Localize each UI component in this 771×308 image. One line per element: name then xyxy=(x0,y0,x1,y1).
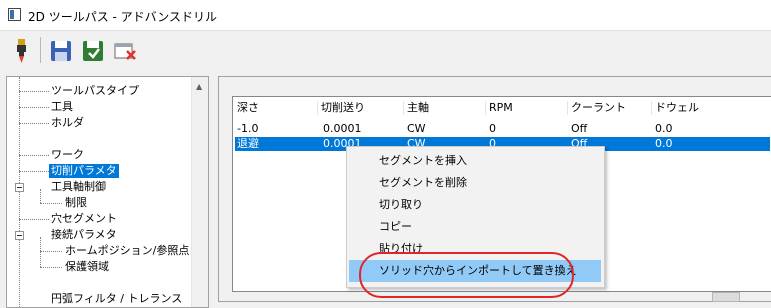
menu-item-import-replace-from-solid-holes[interactable]: ソリッド穴からインポートして置き換え xyxy=(349,260,601,282)
column-separator xyxy=(651,101,652,115)
tree-line xyxy=(40,267,62,268)
cell-spindle: CW xyxy=(407,122,426,135)
menu-item-insert-segment[interactable]: セグメントを挿入 xyxy=(347,150,604,172)
menu-item-copy[interactable]: コピー xyxy=(347,216,604,238)
title-bar: 2D ツールパス - アドバンスドリル xyxy=(0,0,771,31)
scroll-up-icon[interactable]: ▲ xyxy=(196,82,202,91)
window-title: 2D ツールパス - アドバンスドリル xyxy=(28,10,218,24)
menu-item-label: ソリッド穴からインポートして置き換え xyxy=(379,264,577,277)
panel-scroll-handle[interactable] xyxy=(712,292,740,302)
settings-tree[interactable]: ツールパスタイプ 工具 ホルダ ワーク 切削パラメタ 工具軸制御 制限 穴セグメ… xyxy=(6,76,209,308)
column-header-depth[interactable]: 深さ xyxy=(237,99,259,117)
menu-item-label: セグメントを削除 xyxy=(379,176,467,189)
column-header-rpm[interactable]: RPM xyxy=(489,99,513,117)
context-menu: セグメントを挿入 セグメントを削除 切り取り コピー 貼り付け ソリッド穴からイ… xyxy=(346,146,605,288)
tree-item-limits[interactable]: 制限 xyxy=(65,196,87,210)
menu-item-label: 貼り付け xyxy=(379,242,423,255)
delete-window-icon[interactable] xyxy=(112,37,138,65)
cell-feed: 0.0001 xyxy=(323,122,362,135)
column-header-coolant[interactable]: クーラント xyxy=(571,99,626,117)
tree-item-tool-axis-control[interactable]: 工具軸制御 xyxy=(51,180,106,194)
tree-item-tool[interactable]: 工具 xyxy=(51,100,73,114)
cell-rpm: 0 xyxy=(489,122,496,135)
toolbar-separator xyxy=(40,37,41,63)
tree-scrollbar[interactable]: ▲ xyxy=(191,77,208,307)
tree-item-cut-parameters[interactable]: 切削パラメタ xyxy=(49,164,119,178)
tree-item-toolpath-type[interactable]: ツールパスタイプ xyxy=(51,84,139,98)
collapse-icon[interactable] xyxy=(15,183,24,192)
column-header-spindle[interactable]: 主軸 xyxy=(407,99,429,117)
menu-item-label: セグメントを挿入 xyxy=(379,154,467,167)
column-separator xyxy=(403,101,404,115)
app-icon xyxy=(8,8,21,21)
tree-line xyxy=(19,91,49,92)
menu-item-label: コピー xyxy=(379,220,412,233)
drill-icon[interactable] xyxy=(8,37,34,65)
cell-dwell: 0.0 xyxy=(655,122,673,135)
column-separator xyxy=(485,101,486,115)
tree-line xyxy=(40,237,41,267)
save-export-icon[interactable] xyxy=(80,37,106,65)
tree-line xyxy=(19,219,49,220)
tree-line xyxy=(40,251,62,252)
column-header-dwell[interactable]: ドウェル xyxy=(655,99,699,117)
column-separator xyxy=(567,101,568,115)
menu-item-label: 切り取り xyxy=(379,198,423,211)
save-icon[interactable] xyxy=(48,37,74,65)
collapse-icon[interactable] xyxy=(15,231,24,240)
tree-item-hole-segments[interactable]: 穴セグメント xyxy=(51,212,117,226)
cell-depth: 退避 xyxy=(237,137,259,150)
cell-depth: -1.0 xyxy=(237,122,259,135)
tree-item-stock[interactable]: ワーク xyxy=(51,148,84,162)
tree-item-holder[interactable]: ホルダ xyxy=(51,116,84,130)
tree-line xyxy=(19,77,20,307)
toolbar xyxy=(0,31,771,75)
column-header-feed[interactable]: 切削送り xyxy=(321,99,365,117)
tree-item-home-position[interactable]: ホームポジション/参照点 xyxy=(65,244,189,258)
tree-line xyxy=(40,203,62,204)
tree-item-arc-filter[interactable]: 円弧フィルタ / トレランス xyxy=(51,292,182,306)
tree-line xyxy=(40,189,41,203)
menu-item-paste[interactable]: 貼り付け xyxy=(347,238,604,260)
tree-line xyxy=(19,155,49,156)
tree-line xyxy=(19,171,49,172)
table-row[interactable]: -1.0 0.0001 CW 0 Off 0.0 xyxy=(235,122,770,136)
tree-line xyxy=(19,123,49,124)
column-separator xyxy=(317,101,318,115)
menu-item-delete-segment[interactable]: セグメントを削除 xyxy=(347,172,604,194)
tree-line xyxy=(19,107,49,108)
tree-item-protected-regions[interactable]: 保護領域 xyxy=(65,260,109,274)
cell-dwell: 0.0 xyxy=(655,137,673,150)
tree-item-link-parameters[interactable]: 接続パラメタ xyxy=(51,228,117,242)
menu-item-cut[interactable]: 切り取り xyxy=(347,194,604,216)
cell-coolant: Off xyxy=(571,122,588,135)
